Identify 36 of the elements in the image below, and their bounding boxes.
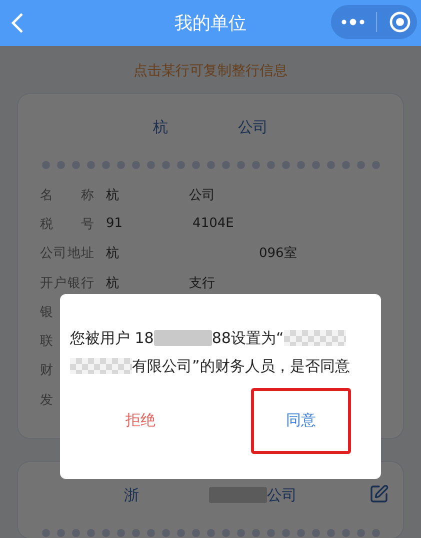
info-row[interactable]: 税 号 91 4104E [40,209,381,239]
text-fragment: 您被用户 18 [70,328,154,349]
info-row[interactable]: 开户银行 杭 支行 [40,268,381,298]
text-fragment: 公司 [267,486,297,505]
target-icon[interactable] [389,11,411,33]
mosaic-block [284,330,346,346]
text-fragment: 有限公司”的财务人员，是否同意 [132,356,350,377]
redaction-block [154,330,212,346]
row-label: 发 [40,392,53,409]
more-icon[interactable] [341,18,365,26]
text-fragment: 公司 [189,186,215,204]
accept-button[interactable]: 同意 [250,388,351,454]
text-fragment: 杭 [106,186,119,204]
row-label: 银 [40,304,53,321]
hint-text: 点击某行可复制整行信息 [132,62,288,81]
text-fragment: 浙 [124,486,139,505]
text-fragment: 4104E [192,216,234,232]
text-fragment: 杭 [106,245,119,262]
row-label: 名 称 [40,186,94,204]
edit-icon[interactable] [369,484,389,504]
text-fragment: 公司 [238,118,268,136]
mosaic-block [70,358,132,374]
text-fragment: 91 [106,216,123,232]
row-label: 公司地址 [40,245,94,262]
text-fragment: 88设置为“ [212,328,284,349]
text-fragment: 杭 [106,274,119,292]
back-icon[interactable] [10,12,24,34]
row-label: 开户银行 [40,274,94,292]
info-row[interactable]: 名 称 杭 公司 [40,180,381,210]
text-fragment: 096室 [259,245,297,262]
page-title: 我的单位 [174,12,246,35]
text-fragment: 杭 [153,118,168,136]
row-label: 税 号 [40,216,94,233]
info-row[interactable]: 公司地址 杭 096室 [40,238,381,268]
redaction-block [209,487,267,504]
text-fragment: 支行 [189,274,215,292]
